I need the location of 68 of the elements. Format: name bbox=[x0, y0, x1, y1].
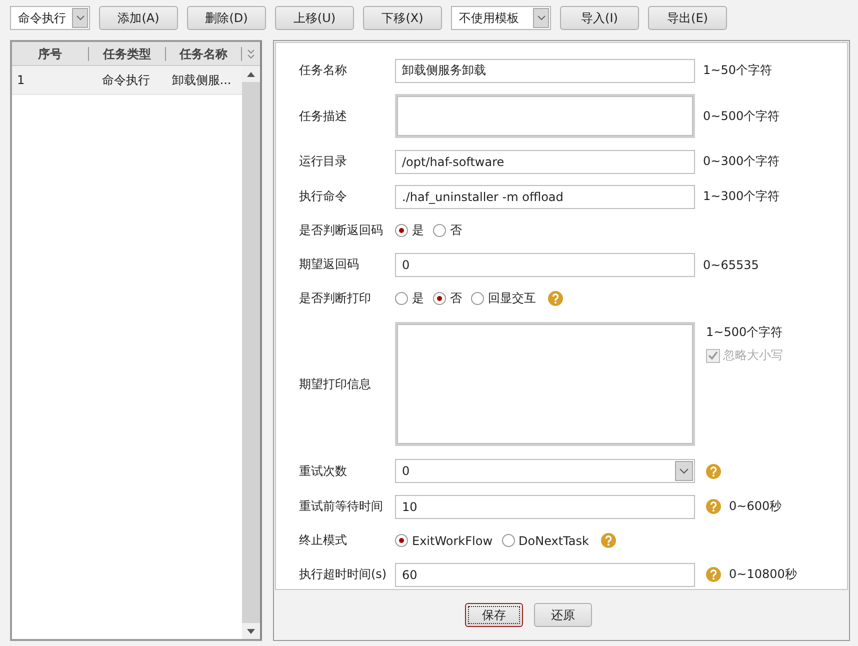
field-label: 执行命令 bbox=[299, 188, 348, 205]
task-type-select[interactable]: 命令执行 bbox=[10, 6, 90, 30]
hint-text: 1~300个字符 bbox=[703, 188, 780, 205]
column-header[interactable]: 序号 bbox=[12, 46, 89, 60]
hint-text: 0~500个字符 bbox=[703, 108, 780, 124]
field-label: 是否判断返回码 bbox=[299, 222, 384, 239]
field-label: 执行超时时间(s) bbox=[299, 566, 388, 583]
help-icon[interactable] bbox=[600, 533, 616, 548]
hint-text: 0~300个字符 bbox=[703, 153, 780, 170]
toolbar-button[interactable]: 导入(I) bbox=[560, 6, 639, 30]
field-label: 重试前等待时间 bbox=[299, 498, 384, 515]
radio-icon[interactable] bbox=[433, 292, 446, 305]
input-field[interactable]: /opt/haf-software bbox=[395, 150, 695, 174]
column-header[interactable]: 任务名称 bbox=[166, 46, 242, 60]
toolbar-button[interactable]: 添加(A) bbox=[99, 6, 178, 30]
radio-icon[interactable] bbox=[502, 534, 515, 547]
scroll-down-icon[interactable] bbox=[242, 623, 260, 639]
task-row[interactable]: 1 命令执行 卸载侧服... bbox=[12, 66, 242, 95]
field-label: 期望返回码 bbox=[299, 256, 360, 273]
hint-text: 1~50个字符 bbox=[703, 62, 772, 79]
column-header[interactable]: 任务类型 bbox=[89, 46, 166, 60]
field-label: 任务描述 bbox=[299, 108, 348, 124]
input-field[interactable]: 60 bbox=[395, 562, 695, 586]
radio-option[interactable]: DoNextTask bbox=[502, 534, 589, 548]
field-label: 终止模式 bbox=[299, 532, 348, 549]
radio-icon[interactable] bbox=[395, 224, 408, 237]
radio-icon[interactable] bbox=[433, 224, 446, 237]
toolbar-button[interactable]: 导出(E) bbox=[648, 6, 727, 30]
radio-option[interactable]: 否 bbox=[433, 290, 462, 307]
field-label: 是否判断打印 bbox=[299, 290, 372, 307]
hint-text: 0~600秒 bbox=[729, 498, 782, 515]
text-area[interactable] bbox=[395, 94, 695, 138]
radio-option[interactable]: 否 bbox=[433, 222, 462, 239]
radio-option[interactable]: 是 bbox=[395, 290, 424, 307]
scrollbar[interactable] bbox=[242, 66, 260, 639]
field-label: 期望打印信息 bbox=[299, 376, 372, 392]
help-icon[interactable] bbox=[706, 464, 721, 478]
field-label: 任务名称 bbox=[299, 62, 348, 79]
radio-option[interactable]: 回显交互 bbox=[471, 290, 536, 307]
template-select[interactable]: 不使用模板 bbox=[451, 6, 551, 30]
input-field[interactable]: 0 bbox=[395, 252, 695, 276]
radio-option[interactable]: ExitWorkFlow bbox=[395, 534, 493, 548]
radio-icon[interactable] bbox=[395, 292, 408, 305]
toolbar-button[interactable]: 删除(D) bbox=[187, 6, 266, 30]
toolbar-button[interactable]: 上移(U) bbox=[275, 6, 354, 30]
input-field[interactable]: ./haf_uninstaller -m offload bbox=[395, 184, 695, 208]
radio-icon[interactable] bbox=[471, 292, 484, 305]
help-icon[interactable] bbox=[706, 567, 721, 582]
field-label: 重试次数 bbox=[299, 462, 348, 480]
footer-button[interactable]: 保存 bbox=[465, 603, 523, 627]
table-cell-text: 1 bbox=[16, 73, 26, 87]
table-cell-text: 卸载侧服... bbox=[170, 72, 232, 88]
footer-button[interactable]: 还原 bbox=[534, 603, 592, 627]
toolbar-button[interactable]: 下移(X) bbox=[363, 6, 442, 30]
input-field[interactable]: 卸载侧服务卸载 bbox=[395, 58, 695, 82]
radio-option[interactable]: 是 bbox=[395, 222, 424, 239]
hint-text: 1~500个字符 bbox=[706, 324, 783, 341]
input-field[interactable]: 10 bbox=[395, 494, 695, 518]
field-label: 运行目录 bbox=[299, 153, 348, 170]
help-icon[interactable] bbox=[706, 499, 721, 514]
scroll-up-icon[interactable] bbox=[242, 66, 260, 82]
hint-text: 0~65535 bbox=[703, 258, 759, 272]
select-field[interactable]: 0 bbox=[395, 459, 695, 483]
text-area[interactable] bbox=[395, 322, 695, 446]
hint-text: 0~10800秒 bbox=[729, 566, 797, 583]
radio-icon[interactable] bbox=[395, 534, 408, 547]
table-cell-text: 命令执行 bbox=[101, 72, 151, 88]
help-icon[interactable] bbox=[548, 291, 563, 306]
